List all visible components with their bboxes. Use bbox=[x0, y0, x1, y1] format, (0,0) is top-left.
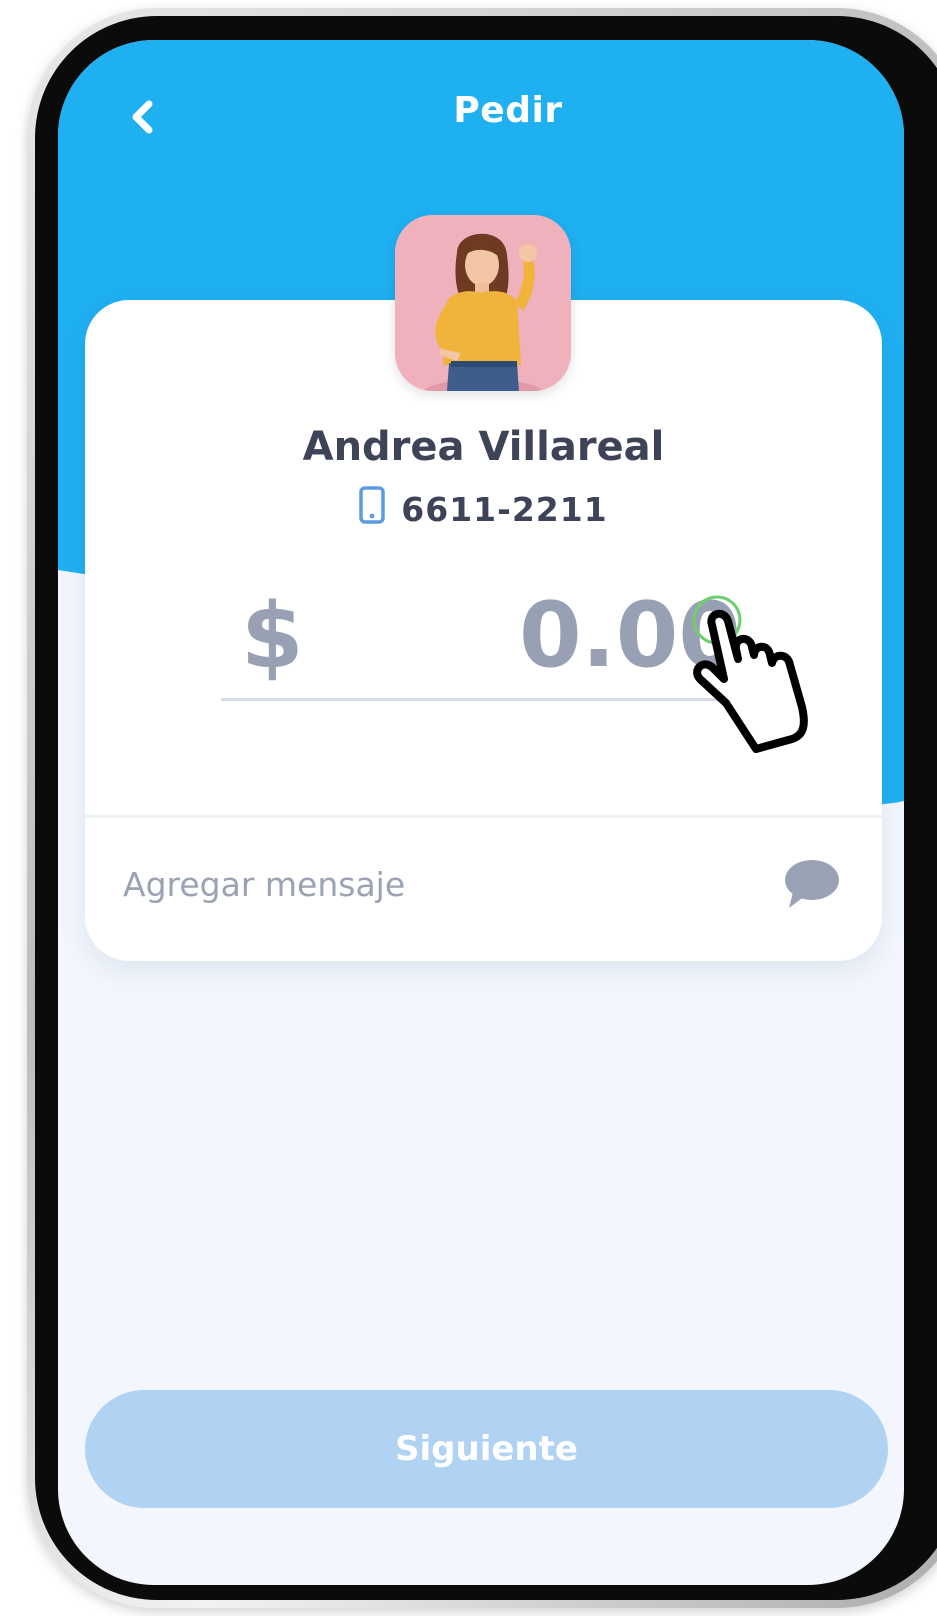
message-input[interactable] bbox=[123, 854, 743, 914]
avatar bbox=[395, 215, 571, 391]
recipient-phone: 6611-2211 bbox=[85, 485, 882, 532]
amount-input[interactable] bbox=[421, 580, 741, 690]
avatar-photo bbox=[395, 215, 571, 391]
next-button[interactable]: Siguiente bbox=[85, 1390, 888, 1508]
chat-bubble-icon bbox=[785, 860, 839, 908]
card-divider bbox=[85, 815, 882, 818]
amount-field[interactable]: $ bbox=[221, 580, 741, 701]
mobile-phone-icon bbox=[359, 485, 386, 532]
message-button[interactable] bbox=[783, 858, 841, 910]
currency-symbol: $ bbox=[241, 584, 304, 689]
app-screen: Pedir Andrea Villareal 6611-2211 $ 0.00 … bbox=[58, 40, 904, 1585]
phone-number: 6611-2211 bbox=[401, 490, 608, 529]
page-title: Pedir bbox=[453, 90, 563, 131]
top-bar: Pedir bbox=[58, 40, 904, 180]
recipient-name: Andrea Villareal bbox=[302, 424, 665, 470]
